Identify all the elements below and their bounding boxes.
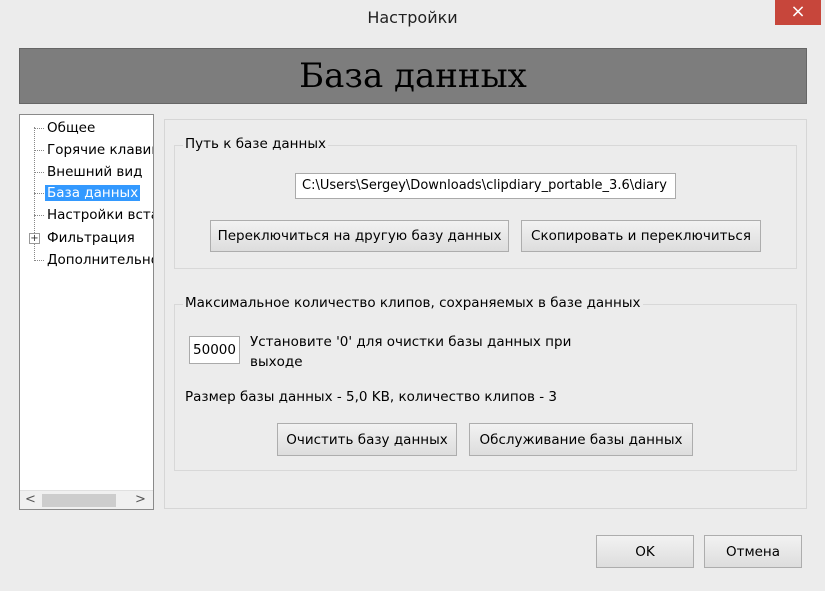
close-icon: × <box>790 1 806 22</box>
database-maintenance-button[interactable]: Обслуживание базы данных <box>469 423 693 456</box>
scroll-thumb[interactable] <box>42 494 116 507</box>
ok-button[interactable]: OK <box>596 535 694 568</box>
cancel-button[interactable]: Отмена <box>704 535 802 568</box>
tree-item-general[interactable]: Общее <box>34 118 153 138</box>
scroll-left-icon[interactable]: < <box>22 491 39 509</box>
section-title: База данных <box>299 56 527 96</box>
db-path-group-title: Путь к базе данных <box>183 136 328 152</box>
title-bar: Настройки × <box>0 0 825 36</box>
window-title: Настройки <box>367 8 458 27</box>
settings-window: Настройки × База данных Общее Горячие кл… <box>0 0 825 591</box>
max-clips-input[interactable]: 50000 <box>189 336 240 364</box>
tree-item-database[interactable]: База данных <box>34 183 153 203</box>
settings-tree: Общее Горячие клавиш Внешний вид База да… <box>19 114 154 510</box>
close-button[interactable]: × <box>775 0 821 25</box>
section-header: База данных <box>19 48 807 104</box>
tree-horizontal-scrollbar[interactable]: < > <box>20 490 153 509</box>
max-clips-group-title: Максимальное количество клипов, сохраняе… <box>183 295 643 311</box>
db-path-field[interactable]: C:\Users\Sergey\Downloads\clipdiary_port… <box>295 173 676 199</box>
copy-and-switch-button[interactable]: Скопировать и переключиться <box>521 220 761 252</box>
tree-item-hotkeys[interactable]: Горячие клавиш <box>34 140 153 160</box>
tree-item-advanced[interactable]: Дополнительно <box>34 250 153 270</box>
db-size-info: Размер базы данных - 5,0 KB, количество … <box>185 389 558 405</box>
clear-database-button[interactable]: Очистить базу данных <box>277 423 457 456</box>
tree-item-appearance[interactable]: Внешний вид <box>34 162 153 182</box>
tree-item-filtering[interactable]: Фильтрация <box>34 228 153 248</box>
scroll-right-icon[interactable]: > <box>132 491 149 509</box>
max-clips-hint: Установите '0' для очистки базы данных п… <box>250 334 572 370</box>
tree-item-paste-settings[interactable]: Настройки вста <box>34 205 153 225</box>
switch-database-button[interactable]: Переключиться на другую базу данных <box>210 220 509 252</box>
